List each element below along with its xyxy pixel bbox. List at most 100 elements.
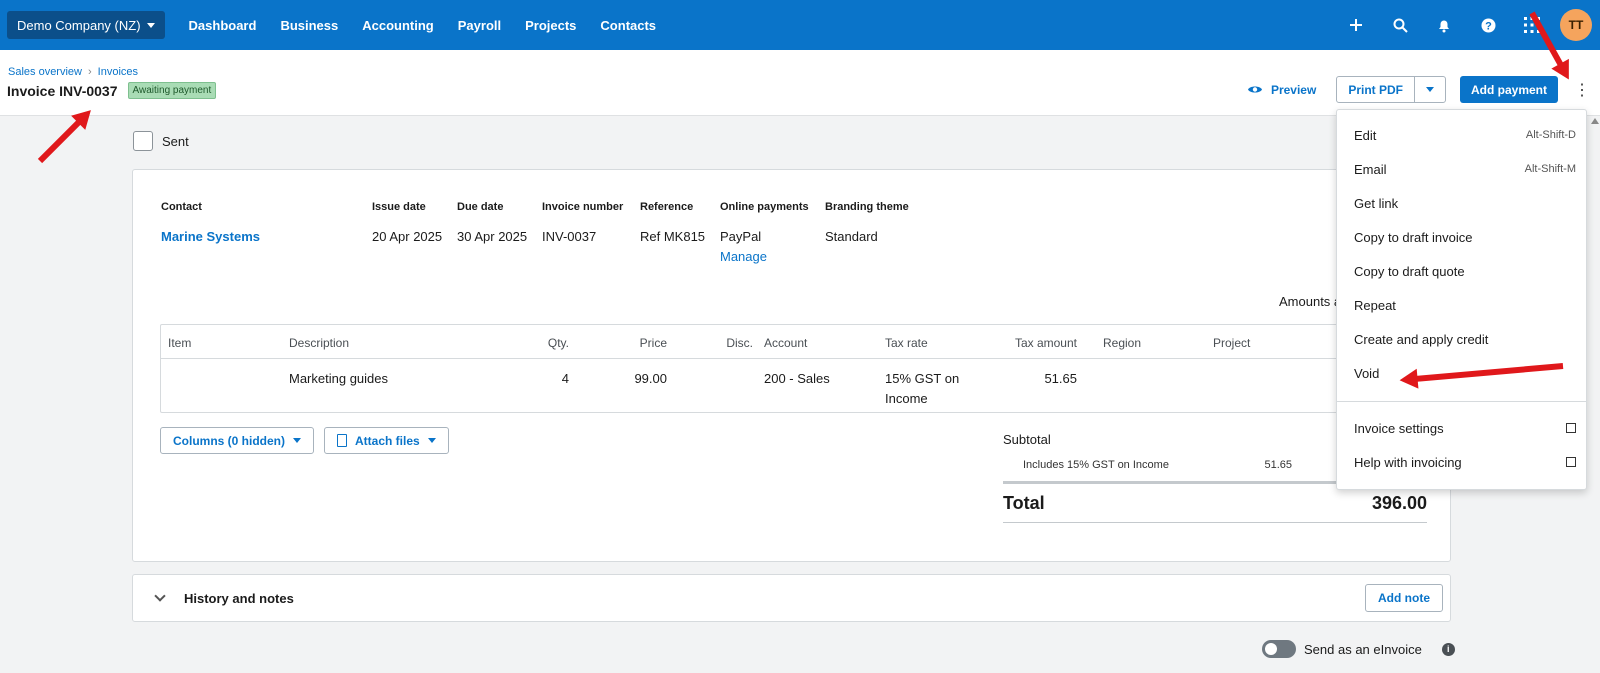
header-actions: Preview Print PDF Add payment ⋮ (1247, 76, 1600, 103)
einvoice-label: Send as an eInvoice (1304, 641, 1422, 657)
cell-qty[interactable]: 4 (521, 369, 569, 389)
total-label: Total (1003, 492, 1045, 513)
menu-item-label: Email (1354, 161, 1387, 177)
print-pdf-button[interactable]: Print PDF (1337, 77, 1415, 102)
breadcrumb-separator: › (87, 66, 92, 78)
branding-theme-value: Standard (825, 229, 878, 244)
cell-tax-rate[interactable]: 15% GST on Income (885, 369, 977, 409)
invoice-number-label: Invoice number (542, 201, 624, 213)
nav-dashboard[interactable]: Dashboard (177, 18, 269, 33)
breadcrumb-sales-overview[interactable]: Sales overview (8, 66, 82, 78)
organisation-name: Demo Company (NZ) (17, 17, 141, 33)
nav-accounting[interactable]: Accounting (350, 18, 446, 33)
info-icon[interactable]: i (1441, 642, 1455, 656)
print-options-dropdown[interactable] (1415, 77, 1445, 102)
nav-payroll[interactable]: Payroll (446, 18, 513, 33)
contact-link[interactable]: Marine Systems (161, 229, 260, 244)
cell-account[interactable]: 200 - Sales (764, 369, 830, 389)
menu-item-copy-to-draft-invoice[interactable]: Copy to draft invoice (1337, 220, 1586, 254)
annotation-arrow-title (37, 117, 84, 164)
issue-date-column: Issue date 20 Apr 2025 (372, 201, 442, 244)
due-date-column: Due date 30 Apr 2025 (457, 201, 527, 244)
online-payments-value: PayPal (720, 229, 762, 244)
attach-files-label: Attach files (355, 433, 420, 448)
top-icons: ? TT (1334, 0, 1600, 50)
table-row[interactable]: Marketing guides 4 99.00 200 - Sales 15%… (161, 359, 1339, 413)
branding-theme-label: Branding theme (825, 201, 909, 213)
einvoice-toggle[interactable] (1262, 640, 1296, 658)
menu-item-label: Create and apply credit (1354, 331, 1489, 347)
more-options-icon[interactable]: ⋮ (1568, 80, 1596, 100)
menu-item-repeat[interactable]: Repeat (1337, 288, 1586, 322)
organisation-switcher[interactable]: Demo Company (NZ) (7, 11, 165, 39)
search-icon[interactable] (1378, 0, 1422, 50)
top-navigation-bar: Demo Company (NZ) Dashboard Business Acc… (0, 0, 1600, 50)
menu-item-email[interactable]: Email Alt-Shift-M (1337, 152, 1586, 186)
chevron-down-icon (1425, 87, 1434, 92)
issue-date-label: Issue date (372, 201, 426, 213)
print-pdf-split-button: Print PDF (1336, 76, 1446, 103)
cell-price[interactable]: 99.00 (601, 369, 667, 389)
menu-item-label: Invoice settings (1354, 420, 1444, 436)
cell-description[interactable]: Marketing guides (289, 369, 388, 389)
external-link-icon (1566, 423, 1576, 433)
add-payment-button[interactable]: Add payment (1459, 76, 1558, 103)
history-title[interactable]: History and notes (184, 591, 294, 606)
nav-business[interactable]: Business (268, 18, 350, 33)
menu-item-create-and-apply-credit[interactable]: Create and apply credit (1337, 322, 1586, 356)
menu-item-invoice-settings[interactable]: Invoice settings (1337, 411, 1586, 445)
shortcut-label: Alt-Shift-M (1524, 163, 1576, 175)
sent-label: Sent (162, 133, 189, 149)
history-and-notes-section: History and notes Add note (132, 574, 1451, 622)
reference-column: Reference Ref MK815 (640, 201, 705, 244)
cell-tax-amount[interactable]: 51.65 (997, 369, 1077, 389)
invoice-card: Contact Marine Systems Issue date 20 Apr… (132, 169, 1451, 562)
amounts-are-label[interactable]: Amounts a (1279, 294, 1341, 309)
reference-label: Reference (640, 201, 694, 213)
menu-item-get-link[interactable]: Get link (1337, 186, 1586, 220)
columns-button[interactable]: Columns (0 hidden) (160, 427, 314, 454)
sent-checkbox[interactable] (133, 131, 153, 151)
col-price: Price (639, 336, 667, 350)
chevron-down-icon[interactable] (154, 590, 166, 602)
menu-item-label: Help with invoicing (1354, 454, 1462, 470)
preview-label: Preview (1270, 82, 1317, 97)
menu-item-help-with-invoicing[interactable]: Help with invoicing (1337, 445, 1586, 479)
gst-label: Includes 15% GST on Income (1023, 458, 1169, 471)
invoice-number-value: INV-0037 (542, 229, 597, 244)
nav-projects[interactable]: Projects (513, 18, 588, 33)
issue-date-value: 20 Apr 2025 (372, 229, 443, 244)
gst-value: 51.65 (1264, 458, 1292, 471)
col-disc: Disc. (726, 336, 753, 350)
attach-files-button[interactable]: Attach files (324, 427, 449, 454)
chevron-down-icon (427, 438, 436, 443)
invoice-number-column: Invoice number INV-0037 (542, 201, 623, 244)
menu-item-edit[interactable]: Edit Alt-Shift-D (1337, 118, 1586, 152)
table-actions: Columns (0 hidden) Attach files (160, 427, 449, 454)
col-tax-rate: Tax rate (885, 336, 928, 350)
preview-button[interactable]: Preview (1247, 83, 1316, 97)
menu-item-label: Copy to draft invoice (1354, 229, 1473, 245)
avatar[interactable]: TT (1560, 9, 1592, 41)
col-account: Account (764, 336, 808, 350)
menu-item-label: Repeat (1354, 297, 1396, 313)
col-project: Project (1213, 336, 1251, 350)
scroll-up-arrow-icon[interactable] (1591, 118, 1599, 124)
breadcrumb: Sales overview › Invoices (8, 66, 138, 78)
col-item: Item (168, 336, 192, 350)
plus-icon[interactable] (1334, 0, 1378, 50)
bell-icon[interactable] (1422, 0, 1466, 50)
online-payments-label: Online payments (720, 201, 809, 213)
online-payments-column: Online payments PayPal Manage (720, 201, 809, 264)
contact-label: Contact (161, 201, 202, 213)
branding-theme-column: Branding theme Standard (825, 201, 909, 244)
help-icon[interactable]: ? (1466, 0, 1510, 50)
subtotal-label: Subtotal (1003, 431, 1051, 447)
add-note-button[interactable]: Add note (1365, 584, 1443, 612)
nav-contacts[interactable]: Contacts (588, 18, 668, 33)
svg-text:?: ? (1485, 20, 1492, 32)
col-qty: Qty. (547, 336, 569, 350)
manage-link[interactable]: Manage (720, 249, 809, 264)
menu-item-copy-to-draft-quote[interactable]: Copy to draft quote (1337, 254, 1586, 288)
breadcrumb-invoices[interactable]: Invoices (98, 66, 138, 78)
